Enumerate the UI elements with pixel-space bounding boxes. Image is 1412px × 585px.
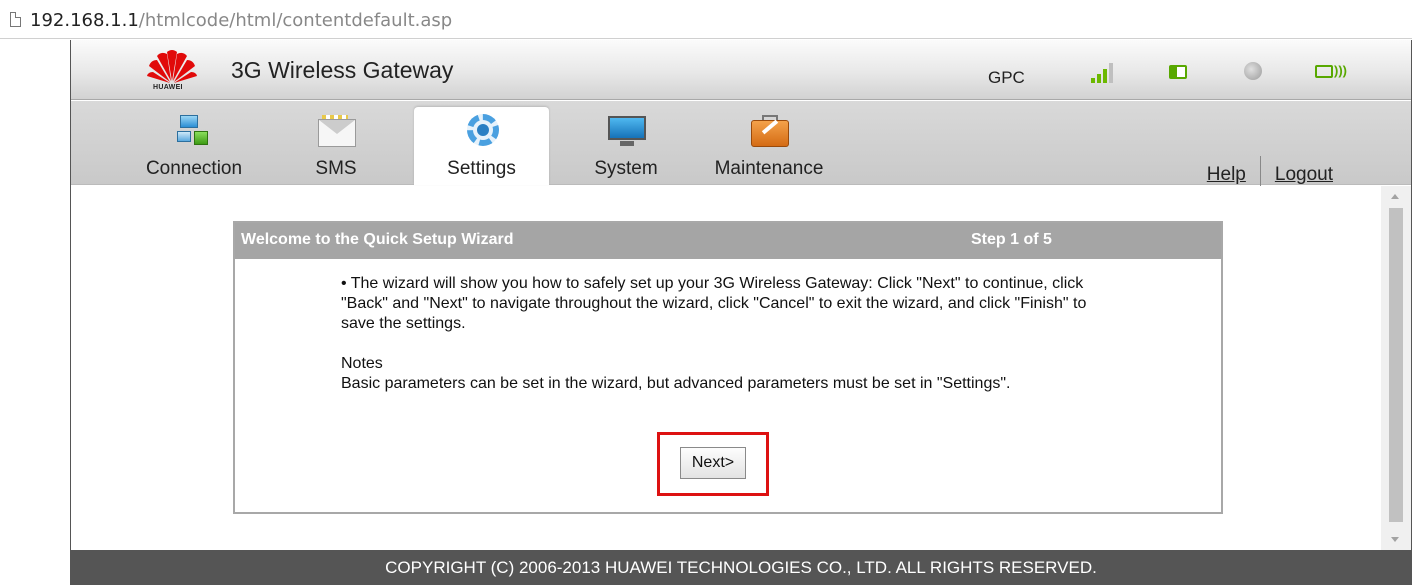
tab-label: Connection [145, 158, 243, 179]
copyright-text: COPYRIGHT (C) 2006-2013 HUAWEI TECHNOLOG… [385, 558, 1097, 577]
logout-link[interactable]: Logout [1275, 164, 1333, 185]
scrollbar-thumb[interactable] [1389, 208, 1403, 522]
next-button[interactable]: Next> [680, 447, 746, 479]
wizard-body: • The wizard will show you how to safely… [341, 274, 1121, 394]
operator-name: GPC [988, 68, 1025, 87]
battery-icon [1169, 65, 1187, 79]
maintenance-toolbox-icon [749, 113, 789, 149]
wizard-header: Welcome to the Quick Setup Wizard Step 1… [235, 223, 1221, 259]
tab-settings[interactable]: Settings [414, 107, 549, 185]
notes-heading: Notes [341, 355, 383, 372]
huawei-flower-icon [147, 50, 197, 83]
help-link[interactable]: Help [1207, 164, 1246, 185]
vertical-scrollbar[interactable] [1381, 186, 1411, 550]
signal-bar [1091, 78, 1095, 83]
next-button-highlight: Next> [657, 432, 769, 496]
wifi-icon: ))) [1315, 63, 1347, 81]
notes-text: Basic parameters can be set in the wizar… [341, 375, 1011, 392]
connection-icon [174, 113, 214, 149]
signal-bar [1103, 69, 1107, 83]
router-admin-frame: HUAWEI 3G Wireless Gateway GPC ))) Conne… [70, 40, 1412, 585]
signal-bar [1109, 63, 1113, 83]
tab-maintenance[interactable]: Maintenance [699, 107, 839, 185]
signal-strength-icon [1091, 63, 1119, 83]
scroll-up-arrow-icon[interactable] [1391, 194, 1399, 199]
tab-label: Maintenance [714, 158, 824, 179]
tab-label: Settings [447, 158, 516, 179]
wizard-intro: • The wizard will show you how to safely… [341, 275, 1087, 332]
footer: COPYRIGHT (C) 2006-2013 HUAWEI TECHNOLOG… [71, 550, 1411, 585]
address-divider [0, 38, 1412, 39]
brand-name: HUAWEI [153, 84, 183, 91]
tab-connection[interactable]: Connection [131, 107, 257, 185]
system-monitor-icon [606, 113, 646, 149]
header: HUAWEI 3G Wireless Gateway GPC ))) [71, 40, 1411, 100]
main-nav: Connection SMS Settings System Maintenan… [71, 101, 1411, 192]
tab-system[interactable]: System [571, 107, 681, 185]
huawei-logo: HUAWEI [145, 48, 199, 92]
url-path: /htmlcode/html/contentdefault.asp [138, 10, 453, 31]
wizard-step: Step 1 of 5 [971, 231, 1052, 248]
wizard-title: Welcome to the Quick Setup Wizard [241, 231, 514, 248]
address-url[interactable]: 192.168.1.1/htmlcode/html/contentdefault… [30, 10, 452, 31]
globe-icon [1244, 62, 1262, 80]
tab-sms[interactable]: SMS [281, 107, 391, 185]
sms-envelope-icon [316, 113, 356, 149]
settings-gear-icon [462, 113, 502, 149]
tab-label: System [594, 158, 658, 179]
browser-address-bar: 192.168.1.1/htmlcode/html/contentdefault… [0, 0, 1412, 40]
tab-label: SMS [315, 158, 357, 179]
content-area: Welcome to the Quick Setup Wizard Step 1… [71, 186, 1379, 550]
scroll-down-arrow-icon[interactable] [1391, 537, 1399, 542]
signal-bar [1097, 74, 1101, 83]
app-title: 3G Wireless Gateway [231, 57, 454, 83]
page-icon [10, 12, 21, 27]
url-host: 192.168.1.1 [30, 10, 139, 31]
quick-setup-wizard: Welcome to the Quick Setup Wizard Step 1… [233, 221, 1223, 514]
